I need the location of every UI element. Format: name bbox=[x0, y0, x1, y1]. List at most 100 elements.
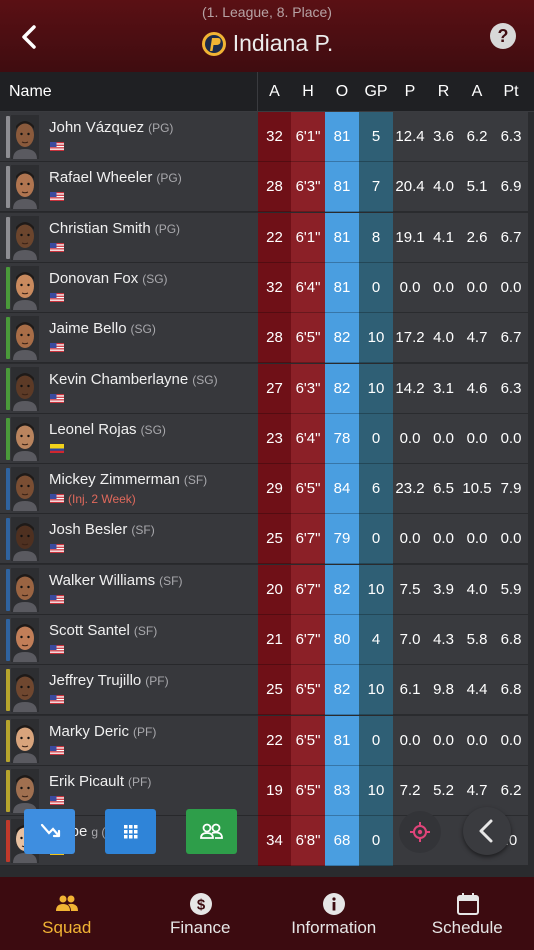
player-name-cell[interactable]: Mickey Zimmerman (SF) (Inj. 2 Week) bbox=[0, 464, 258, 515]
player-position: (PG) bbox=[148, 121, 174, 135]
games-played-cell: 10 bbox=[359, 313, 393, 364]
player-name-cell[interactable]: Walker Williams (SF) bbox=[0, 564, 258, 615]
col-pt[interactable]: Pt bbox=[494, 72, 528, 112]
table-row[interactable]: Scott Santel (SF) 21 6'7" 80 4 7.0 4.3 5.8 6.8 bbox=[0, 615, 534, 665]
table-row[interactable]: Jeffrey Trujillo (PF) 25 6'5" 82 10 6.1 9.8 4.4 6… bbox=[0, 665, 534, 716]
col-age[interactable]: A bbox=[258, 72, 291, 112]
player-name-text: Walker Williams bbox=[49, 571, 156, 589]
table-row[interactable]: Jaime Bello (SG) 28 6'5" 82 10 17.2 4.0 4.7 6.7 bbox=[0, 313, 534, 364]
col-height[interactable]: H bbox=[291, 72, 325, 112]
lineup-button[interactable] bbox=[186, 809, 237, 854]
rebounds-cell: 4.0 bbox=[427, 313, 460, 364]
player-name-text: Scott Santel bbox=[49, 622, 130, 639]
player-name: Josh Besler (SF) bbox=[49, 521, 155, 538]
player-name-cell[interactable]: Leonel Rojas (SG) bbox=[0, 413, 258, 464]
sort-button[interactable] bbox=[24, 809, 75, 854]
table-row[interactable]: John Vázquez (PG) 32 6'1" 81 5 12.4 3.6 6.2 6.3 bbox=[0, 112, 534, 162]
overall-cell: 80 bbox=[325, 615, 359, 665]
player-name: Mickey Zimmerman (SF) bbox=[49, 471, 207, 488]
player-name-cell[interactable]: Rafael Wheeler (PG) bbox=[0, 162, 258, 213]
player-name: Donovan Fox (SG) bbox=[49, 270, 168, 287]
position-bar bbox=[6, 266, 10, 309]
col-assists[interactable]: A bbox=[460, 72, 494, 112]
tab-information[interactable]: Information bbox=[267, 877, 401, 950]
height-cell: 6'5" bbox=[291, 715, 325, 766]
pt-cell: 6.7 bbox=[494, 313, 528, 364]
player-position: (SF) bbox=[159, 573, 183, 588]
player-name-cell[interactable]: Kevin Chamberlayne (SG) bbox=[0, 363, 258, 414]
us-flag-icon bbox=[50, 594, 64, 604]
player-name-text: Kevin Chamberlayne bbox=[49, 370, 189, 388]
overall-cell: 81 bbox=[325, 212, 359, 263]
player-name-text: Mickey Zimmerman bbox=[49, 471, 180, 489]
table-row[interactable]: Josh Besler (SF) 25 6'7" 79 0 0.0 0.0 0.0 0.0 bbox=[0, 514, 534, 565]
player-name: Walker Williams (SF) bbox=[49, 572, 182, 589]
col-overall[interactable]: O bbox=[325, 72, 359, 112]
player-name-text: Christian Smith bbox=[49, 219, 151, 237]
col-games-played[interactable]: GP bbox=[359, 72, 393, 112]
player-name-cell[interactable]: Marky Deric (PF) bbox=[0, 715, 258, 766]
points-cell: 7.2 bbox=[393, 765, 427, 816]
age-cell: 23 bbox=[258, 413, 291, 464]
table-row[interactable]: Rafael Wheeler (PG) 28 6'3" 81 7 20.4 4.0 5.1 6.9 bbox=[0, 162, 534, 213]
pt-cell: 0.0 bbox=[494, 715, 528, 766]
height-cell: 6'3" bbox=[291, 363, 325, 414]
overall-cell: 84 bbox=[325, 464, 359, 515]
assists-cell: 0.0 bbox=[460, 715, 494, 766]
player-avatar-icon bbox=[11, 467, 39, 512]
table-row[interactable]: Kevin Chamberlayne (SG) 27 6'3" 82 10 14.2 3.1 4… bbox=[0, 363, 534, 414]
tab-schedule[interactable]: Schedule bbox=[401, 877, 534, 950]
age-cell: 22 bbox=[258, 715, 291, 766]
col-name[interactable]: Name bbox=[0, 72, 258, 112]
player-name-cell[interactable]: Jeffrey Trujillo (PF) bbox=[0, 665, 258, 716]
col-points[interactable]: P bbox=[393, 72, 427, 112]
player-name-cell[interactable]: Christian Smith (PG) bbox=[0, 212, 258, 263]
assists-cell: 6.2 bbox=[460, 112, 494, 162]
col-rebounds[interactable]: R bbox=[427, 72, 460, 112]
player-name-cell[interactable]: Donovan Fox (SG) bbox=[0, 262, 258, 313]
table-row[interactable]: Christian Smith (PG) 22 6'1" 81 8 19.1 4.1 2.6 6.… bbox=[0, 212, 534, 263]
player-name: Jeffrey Trujillo (PF) bbox=[49, 672, 169, 689]
collapse-button[interactable] bbox=[463, 807, 511, 855]
assists-cell: 2.6 bbox=[460, 212, 494, 263]
table-row[interactable]: Marky Deric (PF) 22 6'5" 81 0 0.0 0.0 0.0 0.0 bbox=[0, 715, 534, 766]
player-name-cell[interactable]: John Vázquez (PG) bbox=[0, 112, 258, 162]
pt-cell: 6.3 bbox=[494, 363, 528, 414]
player-avatar-icon bbox=[11, 265, 39, 310]
player-avatar-icon bbox=[11, 416, 39, 461]
locate-button[interactable] bbox=[399, 811, 441, 853]
points-cell: 0.0 bbox=[393, 514, 427, 565]
table-row[interactable]: Mickey Zimmerman (SF) (Inj. 2 Week) 29 6'5" 8… bbox=[0, 464, 534, 515]
rebounds-cell: 4.3 bbox=[427, 615, 460, 665]
table-row[interactable]: Erik Picault (PF) 19 6'5" 83 10 7.2 5.2 4.7 6.2 bbox=[0, 765, 534, 816]
overall-cell: 81 bbox=[325, 162, 359, 213]
tab-finance[interactable]: $ Finance bbox=[134, 877, 268, 950]
points-cell: 0.0 bbox=[393, 715, 427, 766]
grid-view-button[interactable] bbox=[105, 809, 156, 854]
games-played-cell: 10 bbox=[359, 665, 393, 716]
tab-squad[interactable]: Squad bbox=[0, 877, 134, 950]
info-icon bbox=[323, 893, 345, 915]
us-flag-icon bbox=[50, 192, 64, 202]
table-row[interactable]: berbeg (C)346'8"6800.0 bbox=[0, 816, 534, 867]
table-row[interactable]: Walker Williams (SF) 20 6'7" 82 10 7.5 3.9 4.0 5.… bbox=[0, 564, 534, 615]
table-row[interactable]: Donovan Fox (SG) 32 6'4" 81 0 0.0 0.0 0.0 0.0 bbox=[0, 262, 534, 313]
position-bar bbox=[6, 769, 10, 812]
overall-cell: 81 bbox=[325, 715, 359, 766]
pt-cell: 6.8 bbox=[494, 615, 528, 665]
overall-cell: 82 bbox=[325, 564, 359, 615]
player-name: Jaime Bello (SG) bbox=[49, 320, 156, 337]
player-name-cell[interactable]: Jaime Bello (SG) bbox=[0, 313, 258, 364]
table-row[interactable]: Leonel Rojas (SG) 23 6'4" 78 0 0.0 0.0 0.0 0.0 bbox=[0, 413, 534, 464]
points-cell: 0.0 bbox=[393, 262, 427, 313]
rebounds-cell: 3.9 bbox=[427, 564, 460, 615]
people-icon bbox=[56, 895, 78, 911]
games-played-cell: 6 bbox=[359, 464, 393, 515]
player-name-cell[interactable]: Josh Besler (SF) bbox=[0, 514, 258, 565]
player-name-cell[interactable]: Scott Santel (SF) bbox=[0, 615, 258, 665]
help-button[interactable]: ? bbox=[490, 23, 516, 49]
tab-label: Finance bbox=[170, 918, 231, 937]
height-cell: 6'1" bbox=[291, 112, 325, 162]
rebounds-cell: 9.8 bbox=[427, 665, 460, 716]
column-headers: Name A H O GP P R A Pt bbox=[0, 72, 534, 112]
